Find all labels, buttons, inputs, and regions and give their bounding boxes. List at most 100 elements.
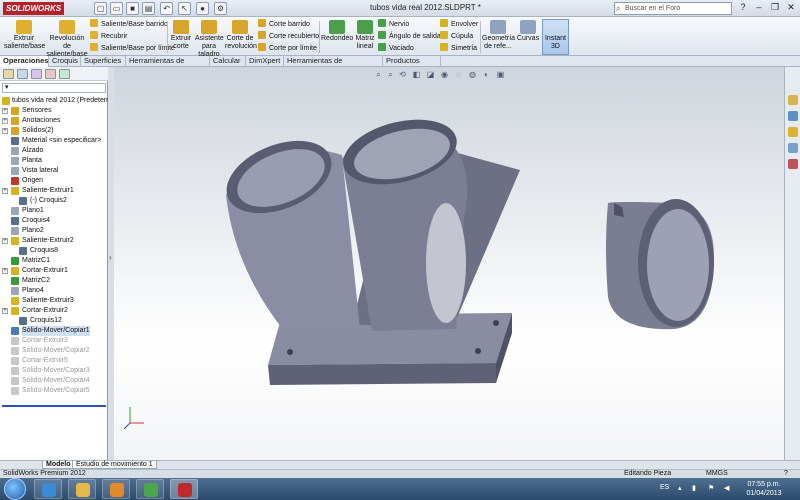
expand-toggle-icon[interactable]: + (2, 128, 8, 134)
tree-item[interactable]: Saliente-Extruir3 (0, 296, 108, 306)
rollback-bar[interactable] (2, 405, 106, 407)
tree-item[interactable]: Sólido-Mover/Copiar2 (0, 346, 108, 356)
tab-superficies[interactable]: Superficies (81, 56, 126, 67)
lofted-cut-button[interactable]: Corte recubierto (258, 31, 319, 42)
search-input[interactable]: ⌕ Buscar en el Foro (614, 2, 732, 15)
print-icon[interactable]: ▤ (142, 2, 155, 15)
design-library-icon[interactable] (788, 111, 798, 121)
tree-item[interactable]: Vista lateral (0, 166, 108, 176)
tree-item[interactable]: Croquis8 (0, 246, 108, 256)
tree-item[interactable]: + Cortar-Extruir1 (0, 266, 108, 276)
tree-item[interactable]: Croquis4 (0, 216, 108, 226)
tree-item[interactable]: MatrizC2 (0, 276, 108, 286)
taskbar-ie[interactable] (34, 479, 62, 499)
tree-root[interactable]: tubos vida real 2012 (Predeterm (0, 96, 108, 106)
mirror-button[interactable]: Simetría (440, 43, 477, 54)
instant3d-button[interactable]: Instant 3D (542, 19, 569, 55)
extrude-cut-button[interactable]: Extruir corte (169, 20, 193, 51)
file-explorer-icon[interactable] (788, 127, 798, 137)
tab-dimxpert[interactable]: DimXpert (246, 56, 284, 67)
tree-item[interactable]: Alzado (0, 146, 108, 156)
expand-toggle-icon[interactable]: + (2, 118, 8, 124)
tab-estudio-movimiento[interactable]: Estudio de movimiento 1 (72, 461, 157, 469)
tray-network-icon[interactable]: ▮ (692, 484, 696, 492)
revolve-boss-button[interactable]: Revolución de saliente/base (46, 20, 88, 59)
tree-item[interactable]: Plano2 (0, 226, 108, 236)
expand-toggle-icon[interactable]: + (2, 308, 8, 314)
tray-flag-icon[interactable]: ⚑ (708, 484, 714, 492)
extrude-boss-button[interactable]: Extruir saliente/base (4, 20, 45, 51)
swept-cut-button[interactable]: Corte barrido (258, 19, 310, 30)
fillet-button[interactable]: Redondeo (321, 20, 353, 43)
tree-item[interactable]: Sólido-Mover/Copiar3 (0, 366, 108, 376)
help-icon[interactable]: ? (736, 2, 750, 14)
tree-item[interactable]: MatrizC1 (0, 256, 108, 266)
restore-button[interactable]: ❐ (768, 2, 782, 14)
tree-item[interactable]: + Saliente-Extruir1 (0, 186, 108, 196)
feature-tree-icon[interactable] (3, 69, 14, 79)
rib-button[interactable]: Nervio (378, 19, 409, 30)
appearances-icon[interactable] (788, 159, 798, 169)
save-icon[interactable]: ■ (126, 2, 139, 15)
rebuild-icon[interactable]: ● (196, 2, 209, 15)
view-palette-icon[interactable] (788, 143, 798, 153)
open-icon[interactable]: ▭ (110, 2, 123, 15)
clock[interactable]: 07:55 p.m. 01/04/2013 (744, 480, 784, 498)
tree-item[interactable]: Plano4 (0, 286, 108, 296)
tree-item[interactable]: Cortar-Extruir3 (0, 336, 108, 346)
tree-item[interactable]: + Saliente-Extruir2 (0, 236, 108, 246)
taskbar-explorer[interactable] (68, 479, 96, 499)
tree-item[interactable]: + Anotaciones (0, 116, 108, 126)
tree-item[interactable]: Planta (0, 156, 108, 166)
draft-button[interactable]: Ángulo de salida (378, 31, 441, 42)
taskbar-chrome[interactable] (136, 479, 164, 499)
expand-toggle-icon[interactable]: + (2, 108, 8, 114)
tab-croquis[interactable]: Croquis (49, 56, 81, 67)
tree-item[interactable]: Sólido-Mover/Copiar4 (0, 376, 108, 386)
tab-calcular[interactable]: Calcular (210, 56, 246, 67)
tree-item[interactable]: Croquis12 (0, 316, 108, 326)
tray-volume-icon[interactable]: ◀ (724, 484, 729, 492)
boundary-boss-button[interactable]: Saliente/Base por límite (90, 43, 175, 54)
shell-button[interactable]: Vaciado (378, 43, 414, 54)
close-button[interactable]: ✕ (784, 2, 798, 14)
tree-item[interactable]: Plano1 (0, 206, 108, 216)
tray-arrow-icon[interactable]: ▴ (678, 484, 682, 492)
solidworks-logo[interactable]: SOLIDWORKS (3, 2, 65, 15)
taskbar-media[interactable] (102, 479, 130, 499)
tree-item[interactable]: Sólido-Mover/Copiar5 (0, 386, 108, 396)
tab-productos-office[interactable]: Productos Office (383, 56, 441, 75)
options-icon[interactable]: ⚙ (214, 2, 227, 15)
expand-arrow-icon[interactable]: › (109, 253, 112, 262)
wrap-button[interactable]: Envolver (440, 19, 478, 30)
tab-operaciones[interactable]: Operaciones (0, 56, 49, 67)
tree-item[interactable]: Origen (0, 176, 108, 186)
tree-item[interactable]: Sólido-Mover/Copiar1 (0, 326, 108, 336)
start-button[interactable] (4, 478, 26, 500)
undo-icon[interactable]: ↶ (160, 2, 173, 15)
tree-item[interactable]: (-) Croquis2 (0, 196, 108, 206)
dimxpert-manager-icon[interactable] (45, 69, 56, 79)
minimize-button[interactable]: – (752, 2, 766, 14)
select-icon[interactable]: ↖ (178, 2, 191, 15)
hole-wizard-button[interactable]: Asistente para taladro (195, 20, 224, 59)
dome-button[interactable]: Cúpula (440, 31, 473, 42)
boundary-cut-button[interactable]: Corte por límite (258, 43, 317, 54)
tab-modelo[interactable]: Modelo (42, 461, 75, 469)
tree-item[interactable]: Material <sin especificar> (0, 136, 108, 146)
tab-herramientas-moldes[interactable]: Herramientas de moldes (126, 56, 210, 75)
new-icon[interactable]: ▢ (94, 2, 107, 15)
resources-icon[interactable] (788, 95, 798, 105)
tree-item[interactable]: Cortar-Extruir5 (0, 356, 108, 366)
curves-button[interactable]: Curvas (516, 20, 540, 43)
tree-item[interactable]: + Sensores (0, 106, 108, 116)
reference-geometry-button[interactable]: Geometría de refe... (482, 20, 515, 51)
display-manager-icon[interactable] (59, 69, 70, 79)
revolve-cut-button[interactable]: Corte de revolución (225, 20, 257, 51)
swept-boss-button[interactable]: Saliente/Base barrido (90, 19, 168, 30)
expand-toggle-icon[interactable]: + (2, 268, 8, 274)
taskbar-solidworks[interactable] (170, 479, 198, 499)
tree-item[interactable]: + Cortar-Extruir2 (0, 306, 108, 316)
expand-toggle-icon[interactable]: + (2, 188, 8, 194)
property-manager-icon[interactable] (17, 69, 28, 79)
